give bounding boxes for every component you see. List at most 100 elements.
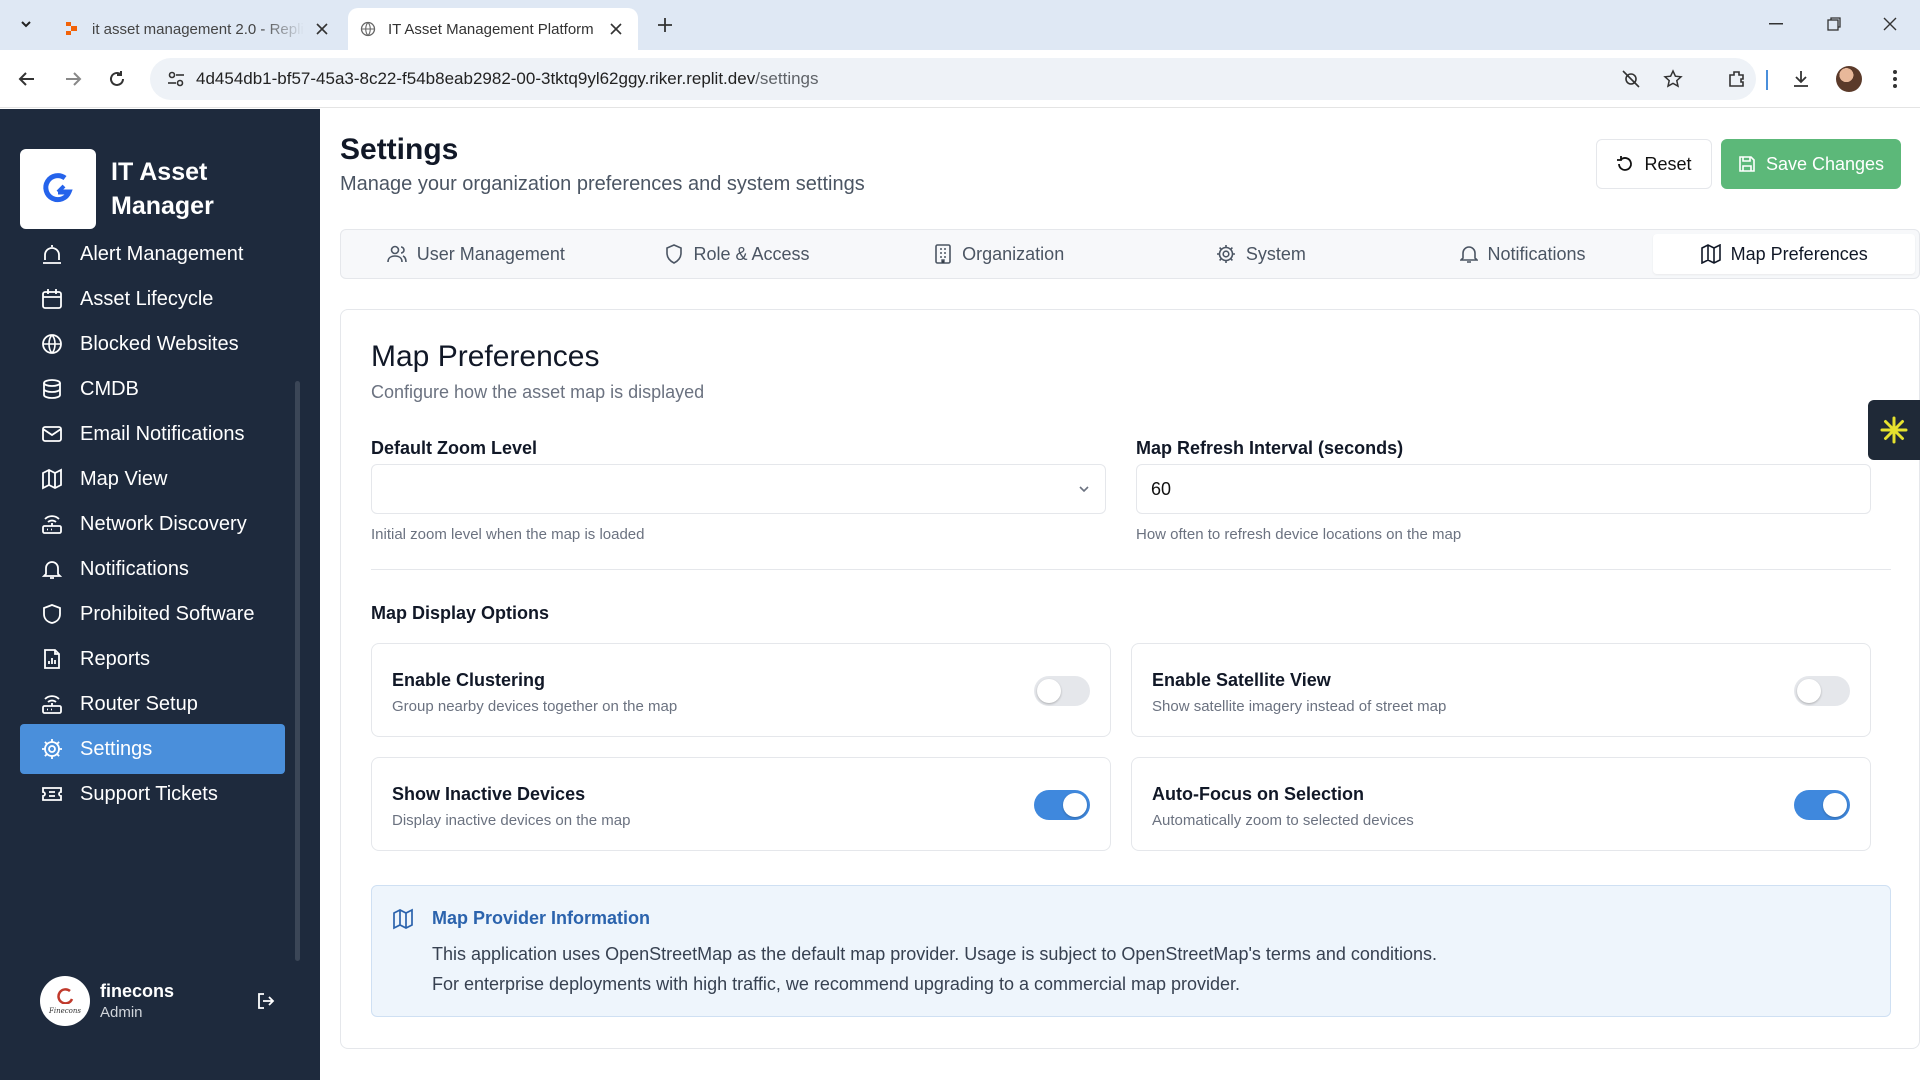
sidebar-item-prohibited-software[interactable]: Prohibited Software [20,589,285,639]
browser-menu-icon[interactable] [1880,64,1910,94]
tab-role-access[interactable]: Role & Access [607,234,869,274]
info-line: For enterprise deployments with high tra… [432,974,1241,994]
arrow-right-icon [66,72,82,86]
sidebar-item-asset-lifecycle[interactable]: Asset Lifecycle [20,274,285,324]
url-text: 4d454db1-bf57-45a3-8c22-f54b8eab2982-00-… [196,69,819,89]
browser-tab-replit[interactable]: it asset management 2.0 - Replit [52,8,344,50]
auto-focus-toggle[interactable] [1794,790,1850,820]
sidebar-item-notifications[interactable]: Notifications [20,544,285,594]
bookmark-star-icon[interactable] [1662,68,1684,90]
tab-title: it asset management 2.0 - Replit [92,20,304,38]
satellite-view-toggle[interactable] [1794,676,1850,706]
tab-label: User Management [416,243,565,264]
new-tab-button[interactable] [652,12,678,38]
page-title: Settings [340,133,459,166]
inactive-devices-toggle[interactable] [1034,790,1090,820]
floating-helper-button[interactable] [1868,400,1920,460]
sidebar-item-label: Map View [80,467,168,490]
info-title: Map Provider Information [432,908,651,928]
gear-icon [1216,244,1236,264]
gear-icon [40,737,64,761]
option-inactive-devices: Show Inactive Devices Display inactive d… [371,757,1111,851]
minimize-button[interactable] [1756,10,1796,38]
tab-user-management[interactable]: User Management [345,234,607,274]
card-title: Map Preferences [371,340,600,373]
building-icon [934,244,952,264]
shield-icon [665,244,683,264]
address-bar[interactable]: 4d454db1-bf57-45a3-8c22-f54b8eab2982-00-… [150,58,1756,100]
sidebar-item-label: CMDB [80,377,139,400]
tab-organization[interactable]: Organization [868,234,1130,274]
sidebar-item-cmdb[interactable]: CMDB [20,364,285,414]
refresh-interval-value: 60 [1151,478,1172,499]
forward-button[interactable] [58,64,88,94]
brand-name: IT Asset Manager [111,158,214,220]
save-icon [1738,155,1756,173]
calendar-icon [40,287,64,311]
sidebar-item-router-setup[interactable]: Router Setup [20,679,285,729]
sidebar-item-label: Email Notifications [80,422,245,445]
option-description: Show satellite imagery instead of street… [1152,698,1447,715]
router-icon [40,692,64,716]
sidebar-item-reports[interactable]: Reports [20,634,285,684]
browser-tab-active[interactable]: IT Asset Management Platform [348,8,638,50]
logout-button[interactable] [252,987,280,1015]
avatar-text: Finecons [49,1006,81,1015]
refresh-interval-input[interactable]: 60 [1136,464,1871,514]
sidebar-item-support-tickets[interactable]: Support Tickets [20,769,285,819]
zoom-help: Initial zoom level when the map is loade… [371,526,645,543]
site-settings-icon[interactable] [156,70,196,88]
reload-button[interactable] [102,64,132,94]
extensions-icon[interactable] [1722,64,1752,94]
downloads-icon[interactable] [1786,64,1816,94]
plus-icon [658,18,672,32]
map-icon [40,467,64,491]
user-role: Admin [100,1004,143,1021]
close-window-button[interactable] [1870,10,1910,38]
sidebar-item-email-notifications[interactable]: Email Notifications [20,409,285,459]
sidebar-item-alert-management[interactable]: Alert Management [20,229,285,279]
sidebar-item-settings[interactable]: Settings [20,724,285,774]
replit-favicon-icon [64,21,80,37]
close-icon [1883,17,1897,31]
zoom-level-select[interactable] [371,464,1106,514]
restore-button[interactable] [1814,10,1854,38]
reset-button[interactable]: Reset [1596,139,1712,189]
restore-icon [1827,17,1841,31]
profile-avatar[interactable] [1836,66,1862,92]
map-icon [1700,244,1721,264]
refresh-help: How often to refresh device locations on… [1136,526,1462,543]
tracking-protection-icon[interactable] [1620,68,1642,90]
browser-tabbar: it asset management 2.0 - Replit IT Asse… [0,0,1920,50]
browser-toolbar: 4d454db1-bf57-45a3-8c22-f54b8eab2982-00-… [0,50,1920,108]
finecons-logo-icon [57,987,74,1005]
tab-label: System [1245,243,1306,264]
sidebar-item-blocked-websites[interactable]: Blocked Websites [20,319,285,369]
zoom-label: Default Zoom Level [371,438,538,458]
sidebar-item-label: Network Discovery [80,512,247,535]
globe-icon [40,332,64,356]
alert-icon [40,242,64,266]
tab-system[interactable]: System [1130,234,1392,274]
bell-icon [1459,244,1478,264]
sidebar-item-label: Blocked Websites [80,332,239,355]
sidebar-scrollbar[interactable] [295,381,300,961]
tab-notifications[interactable]: Notifications [1392,234,1654,274]
toolbar-separator [1766,70,1768,90]
tab-label: Map Preferences [1730,243,1868,264]
tab-map-preferences[interactable]: Map Preferences [1653,234,1916,274]
save-changes-button[interactable]: Save Changes [1721,139,1901,189]
sidebar-item-label: Notifications [80,557,189,580]
toggle-knob [1797,679,1821,703]
map-icon [392,908,414,930]
back-button[interactable] [12,64,42,94]
clustering-toggle[interactable] [1034,676,1090,706]
tab-search-dropdown[interactable] [12,10,40,38]
close-tab-icon[interactable] [312,19,332,39]
sidebar-item-network-discovery[interactable]: Network Discovery [20,499,285,549]
sidebar-item-label: Alert Management [80,242,244,265]
logo-icon [43,173,73,203]
chevron-down-icon [21,21,31,28]
close-tab-icon[interactable] [606,19,626,39]
sidebar-item-map-view[interactable]: Map View [20,454,285,504]
